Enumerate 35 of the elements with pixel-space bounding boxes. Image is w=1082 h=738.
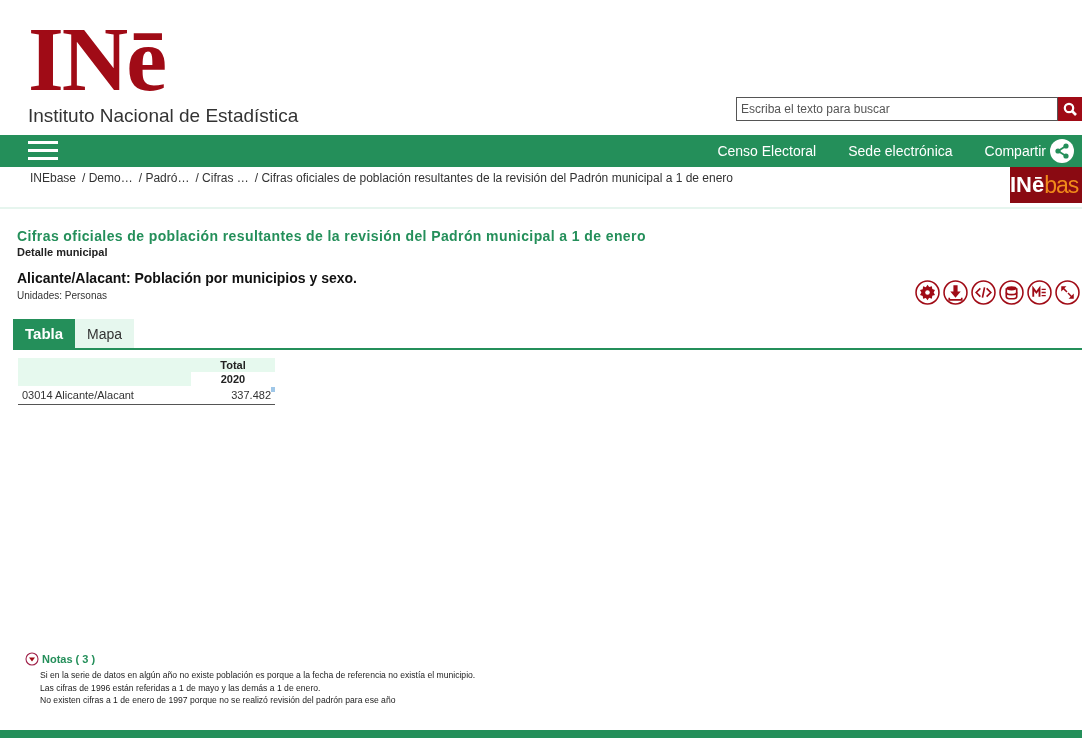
page-subtitle: Detalle municipal <box>17 246 109 258</box>
search-icon <box>1063 102 1077 116</box>
breadcrumb-link[interactable]: / Cifras oficiales de población resultantes de la revisión del Padrón municipal a 1 de enero <box>254 171 734 207</box>
inebase-logo[interactable]: INēbas <box>1010 167 1082 203</box>
nav-link[interactable]: Censo Electoral <box>717 143 817 159</box>
document-icon[interactable] <box>1027 280 1052 305</box>
search-field[interactable]: Escriba el texto para buscar <box>736 97 1058 121</box>
download-icon[interactable] <box>943 280 968 305</box>
institute-name: Instituto Nacional de Estadística <box>28 105 299 127</box>
note-text: Las cifras de 1996 están referidas a 1 de mayo y las demás a 1 de enero. <box>40 681 322 694</box>
notes-toggle[interactable]: Notas ( 3 ) <box>25 652 96 666</box>
menu-icon[interactable] <box>28 140 58 162</box>
note-text: No existen cifras a 1 de enero de 1997 porque no se realizó revisión del padrón para ese año <box>40 694 397 707</box>
share-icon <box>1050 139 1074 163</box>
column-header: Total <box>191 358 275 372</box>
breadcrumb-link[interactable]: / Padró… <box>138 171 190 207</box>
page-title: Cifras oficiales de población resultantes de la revisión del Padrón municipal a 1 de enero <box>17 228 647 244</box>
row-header: 03014 Alicante/Alacant <box>18 386 191 405</box>
table-cell: 337.482 <box>231 389 271 401</box>
share-button[interactable]: Compartir <box>984 139 1074 163</box>
breadcrumb-link[interactable]: / Demo… <box>82 171 133 207</box>
nav-link[interactable]: Sede electrónica <box>848 143 953 159</box>
code-icon[interactable] <box>971 280 996 305</box>
expand-icon[interactable] <box>1055 280 1080 305</box>
tab[interactable]: Mapa <box>75 319 135 348</box>
table-title: Alicante/Alacant: Población por municipios y sexo. <box>17 270 357 286</box>
search-button[interactable] <box>1058 97 1082 121</box>
note-text: Si en la serie de datos en algún año no existe población es porque a la fecha de referencia no existía el municipio. <box>40 669 476 682</box>
database-icon[interactable] <box>999 280 1024 305</box>
units-label: Unidades: Personas <box>17 290 109 301</box>
breadcrumb-link[interactable]: / Cifras … <box>195 171 249 207</box>
tab[interactable]: Tabla <box>13 319 76 348</box>
settings-icon[interactable] <box>915 280 940 305</box>
breadcrumb-link[interactable]: INEbase <box>30 171 77 207</box>
ine-logo[interactable]: INē <box>28 19 299 99</box>
